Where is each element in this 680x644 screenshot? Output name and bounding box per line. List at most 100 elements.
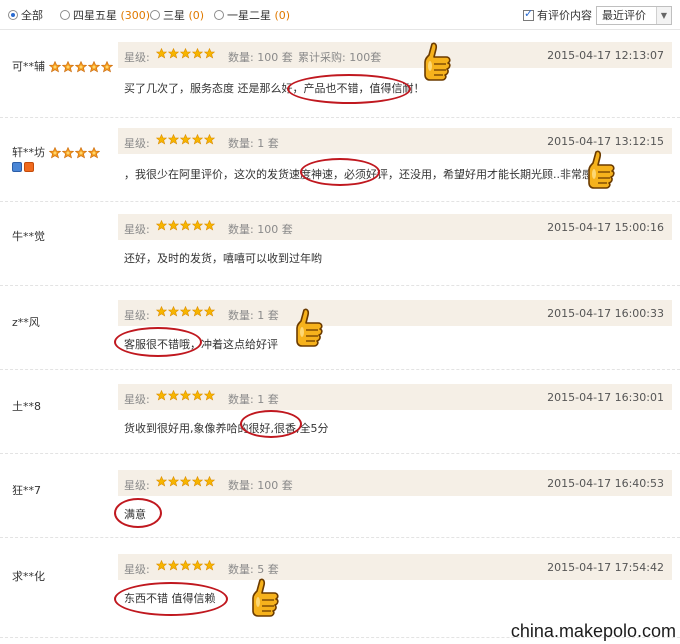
star-icon — [180, 560, 191, 571]
star-icon — [192, 476, 203, 487]
filter-one-two-star[interactable]: 一星二星 (0) — [214, 9, 290, 23]
star-icon — [204, 48, 215, 59]
filter-bar: 全部 四星五星 (300) 三星 (0) 一星二星 (0) 有评价内容 最近评价… — [0, 0, 680, 30]
review-item: 狂**7 星级: 数量: 100 套 2015-04-17 16:40:53 满意 — [0, 454, 680, 538]
medal-icon — [100, 61, 113, 73]
star-icon — [192, 306, 203, 317]
medal-icon — [87, 147, 100, 159]
star-icon — [192, 390, 203, 401]
highlight-circle — [114, 327, 202, 357]
star-icon — [156, 48, 167, 59]
review-time: 2015-04-17 17:54:42 — [547, 561, 664, 574]
star-icon — [168, 48, 179, 59]
rating-label: 星级: — [124, 309, 150, 322]
star-icon — [168, 220, 179, 231]
star-icon — [204, 476, 215, 487]
verified-buyer-icon — [12, 162, 22, 172]
buyer-level-badge — [48, 146, 101, 159]
buyer-badges — [12, 160, 36, 173]
star-icon — [192, 48, 203, 59]
review-text: 还好，及时的发货，嘻嘻可以收到过年哟 — [124, 252, 322, 265]
review-meta: 星级: 数量: 100 套累计采购: 100套 2015-04-17 12:13:0… — [118, 42, 672, 68]
sort-select[interactable]: 最近评价 ▼ — [596, 6, 672, 25]
quantity: 数量: 100 套 — [228, 223, 293, 236]
quantity: 数量: 1 套 — [228, 309, 279, 322]
star-icon — [192, 134, 203, 145]
quantity: 数量: 1 套 — [228, 393, 279, 406]
radio-icon[interactable] — [8, 10, 18, 20]
star-icon — [192, 220, 203, 231]
star-icon — [204, 134, 215, 145]
reviewer-name: 牛**觉 — [12, 230, 45, 243]
reviewer-name: 可**辅 — [12, 58, 114, 74]
rating-label: 星级: — [124, 223, 150, 236]
radio-icon[interactable] — [150, 10, 160, 20]
review-item: 牛**觉 星级: 数量: 100 套 2015-04-17 15:00:16 还好，及时… — [0, 202, 680, 286]
has-content-checkbox[interactable]: 有评价内容 — [523, 7, 592, 23]
star-icon — [168, 306, 179, 317]
quantity: 数量: 100 套 — [228, 51, 293, 64]
reviewer-name: 轩**坊 — [12, 144, 101, 160]
rating-stars — [156, 48, 216, 61]
star-icon — [156, 220, 167, 231]
buyer-level-badge — [48, 60, 114, 73]
rating-stars — [156, 390, 216, 403]
thumbs-up-icon — [296, 308, 323, 347]
star-icon — [204, 560, 215, 571]
review-meta: 星级: 数量: 5 套 2015-04-17 17:54:42 — [118, 554, 672, 580]
star-icon — [180, 390, 191, 401]
star-icon — [168, 390, 179, 401]
rating-label: 星级: — [124, 563, 150, 576]
star-icon — [180, 476, 191, 487]
star-icon — [168, 134, 179, 145]
medal-icon — [74, 147, 87, 159]
filter-all[interactable]: 全部 — [8, 9, 43, 23]
review-time: 2015-04-17 16:30:01 — [547, 391, 664, 404]
rating-stars — [156, 560, 216, 573]
radio-icon[interactable] — [60, 10, 70, 20]
review-time: 2015-04-17 16:00:33 — [547, 307, 664, 320]
review-time: 2015-04-17 12:13:07 — [547, 49, 664, 62]
medal-icon — [48, 147, 61, 159]
review-meta: 星级: 数量: 100 套 2015-04-17 15:00:16 — [118, 214, 672, 240]
rating-label: 星级: — [124, 51, 150, 64]
star-icon — [156, 390, 167, 401]
vip-icon — [24, 162, 34, 172]
chevron-down-icon[interactable]: ▼ — [656, 7, 671, 24]
review-time: 2015-04-17 13:12:15 — [547, 135, 664, 148]
quantity: 数量: 5 套 — [228, 563, 279, 576]
star-icon — [180, 134, 191, 145]
star-icon — [180, 48, 191, 59]
star-icon — [192, 560, 203, 571]
review-time: 2015-04-17 16:40:53 — [547, 477, 664, 490]
medal-icon — [61, 147, 74, 159]
medal-icon — [87, 61, 100, 73]
review-item: z**风 星级: 数量: 1 套 2015-04-17 16:00:33 客服很不错哦，… — [0, 286, 680, 370]
highlight-circle — [240, 410, 302, 438]
rating-stars — [156, 220, 216, 233]
rating-stars — [156, 306, 216, 319]
star-icon — [180, 220, 191, 231]
highlight-circle — [114, 498, 162, 528]
quantity: 数量: 100 套 — [228, 479, 293, 492]
thumbs-up-icon — [252, 578, 279, 617]
quantity: 数量: 1 套 — [228, 137, 279, 150]
reviewer-name: 求**化 — [12, 570, 45, 583]
radio-icon[interactable] — [214, 10, 224, 20]
star-icon — [156, 306, 167, 317]
medal-icon — [48, 61, 61, 73]
checkbox-icon[interactable] — [523, 7, 534, 21]
star-icon — [156, 134, 167, 145]
medal-icon — [61, 61, 74, 73]
medal-icon — [74, 61, 87, 73]
highlight-circle — [287, 74, 411, 104]
rating-stars — [156, 476, 216, 489]
star-icon — [204, 220, 215, 231]
highlight-circle — [300, 158, 380, 186]
filter-four-five-star[interactable]: 四星五星 (300) — [60, 9, 150, 23]
star-icon — [180, 306, 191, 317]
star-icon — [156, 476, 167, 487]
review-meta: 星级: 数量: 1 套 2015-04-17 16:00:33 — [118, 300, 672, 326]
filter-three-star[interactable]: 三星 (0) — [150, 9, 204, 23]
star-icon — [156, 560, 167, 571]
